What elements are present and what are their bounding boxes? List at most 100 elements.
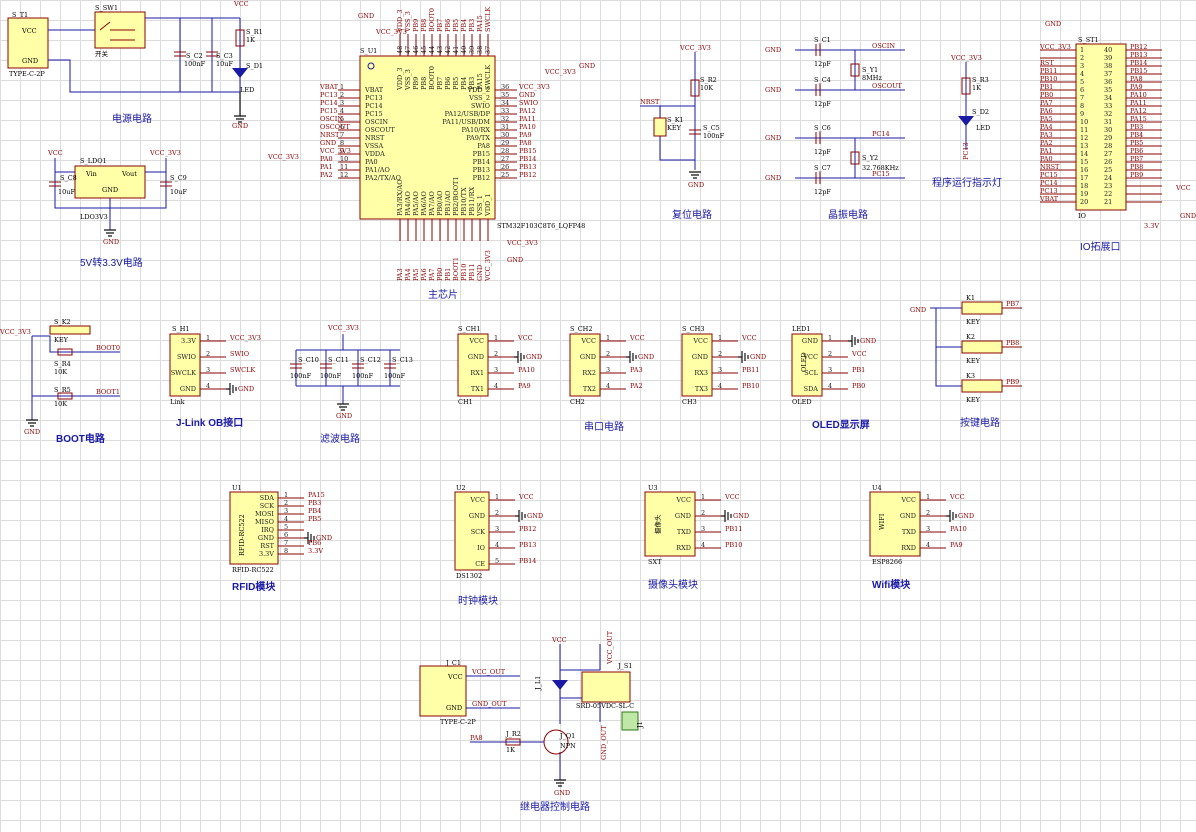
jlink-pin-name: GND <box>180 385 196 393</box>
relay-gnd-out: GND_OUT <box>472 700 507 708</box>
io-pin-num: 14 <box>1080 150 1088 158</box>
rfid-pin-net: PB5 <box>308 515 321 523</box>
io-pin-net: PB5 <box>1130 139 1143 147</box>
jlink-pin-net: GND <box>238 385 254 393</box>
reset-key <box>653 117 667 137</box>
jlink-pin-num: 2 <box>206 350 210 358</box>
jc-pin-gnd: GND <box>446 704 462 712</box>
wifi-pin-name: GND <box>900 512 916 520</box>
mcu-pin-name: PB8 <box>420 77 428 90</box>
jlink-pin-num: 4 <box>206 382 210 390</box>
ldo-gnd: GND <box>103 238 119 246</box>
camera-pin-name: TXD <box>677 528 691 536</box>
keys-items: K1 KEY PB7 K2 KEY PB8 K3 KEY PB9 <box>961 294 1022 404</box>
mcu-pin-num: 48 <box>396 46 404 54</box>
uart-pin-net: PA3 <box>630 366 643 374</box>
io-pin-num: 7 <box>1080 94 1084 102</box>
uart-pin-name: TX1 <box>471 385 484 393</box>
clock-pin-num: 3 <box>495 525 499 533</box>
mcu-bottom-gnd: GND <box>507 256 523 264</box>
oled-pin-name: GND <box>802 337 818 345</box>
relay-vcc: VCC <box>551 636 567 644</box>
relay-jout: J1 <box>636 721 644 729</box>
io-pin-num: 31 <box>1104 118 1112 126</box>
rfid-pin-name: 3.3V <box>259 550 274 558</box>
mcu-pin-net: SWCLK <box>484 7 492 32</box>
io-pin-net: PA11 <box>1130 99 1147 107</box>
mcu-pin-name: PB14 <box>473 158 490 166</box>
r5-val: 10K <box>54 400 67 408</box>
wifi-pin-num: 2 <box>926 509 930 517</box>
mcu-pin-num: 31 <box>501 123 509 131</box>
key-net: PB9 <box>1006 378 1019 386</box>
rfid-pin-name: MOSI <box>255 510 274 518</box>
clock-pin-net: PB12 <box>519 525 536 533</box>
io-pin-num: 38 <box>1104 62 1112 70</box>
r2-val: 10K <box>700 84 713 92</box>
mcu-pin-name: PA9/TX <box>466 134 490 142</box>
ground-icon <box>514 351 525 363</box>
t1-ref: S_T1 <box>12 11 28 19</box>
c5-ref: S_C5 <box>703 124 720 132</box>
oled-pin-net: VCC <box>851 350 867 358</box>
clock-pin-name: GND <box>469 512 485 520</box>
mcu-pin-name: PB0/AO <box>436 191 444 217</box>
rfid-module: U1 RFID-RC522 RFID-RC522 SDA 1 PA15 SCK 2 PB3… <box>229 484 332 574</box>
reset-gnd: GND <box>688 181 704 189</box>
sw-name: 开关 <box>95 49 109 58</box>
mcu-pin-net: PB12 <box>519 171 536 179</box>
filter-caps: S_C10100nFS_C11100nFS_C12100nFS_C13100nF <box>290 356 413 380</box>
t1-name: TYPE-C-2P <box>9 70 45 78</box>
mcu-pin-name: PB10/TX <box>460 187 468 216</box>
camera-module: U3 SXT 摄像头 VCC 1 VCC GND 2 GND TXD 3 PB11 RXD 4 PB1… <box>644 484 749 566</box>
uart-pin-net: GND <box>750 353 766 361</box>
mcu-pin-name: PB9 <box>412 77 420 90</box>
mcu-pin-net: GND <box>320 139 336 147</box>
r5-ref: S_R5 <box>54 386 71 394</box>
relay-coil <box>581 671 631 703</box>
io-pin-net: PB4 <box>1130 131 1143 139</box>
mcu-pin-net: VCC_3V3 <box>319 147 351 155</box>
sw-ref: S_SW1 <box>95 4 118 12</box>
uart-pin-net: PA9 <box>518 382 531 390</box>
k1-name: KEY <box>667 124 682 132</box>
clock-pin-net: GND <box>527 512 543 520</box>
mcu-pin-name: PB11/RX <box>468 186 476 216</box>
oled-pin-name: SCL <box>804 369 818 377</box>
net-oscout: OSCOUT <box>872 82 903 90</box>
y1-val: 8MHz <box>862 74 882 82</box>
uart-pin-num: 4 <box>718 382 722 390</box>
mcu-pin-name: PB2/BOOT1 <box>452 176 460 216</box>
mcu-pin-num: 27 <box>501 155 509 163</box>
io-pin-num: 37 <box>1104 70 1112 78</box>
filter-cap-val: 100nF <box>290 372 312 380</box>
io-pin-net: PC13 <box>1040 187 1058 195</box>
mcu-pin-num: 32 <box>501 115 509 123</box>
mcu-pin-net: VCC_3V3 <box>484 250 492 282</box>
filter-cap-ref: S_C10 <box>298 356 319 364</box>
oled-name: OLED <box>792 398 812 406</box>
clock-pin-name: VCC <box>469 496 485 504</box>
io-pin-net: PA4 <box>1040 123 1053 131</box>
io-pin-num: 40 <box>1104 46 1112 54</box>
reset-vcc33: VCC_3V3 <box>679 44 711 52</box>
mcu-pin-name: VDDA <box>364 150 385 158</box>
io-pin-net: PB3 <box>1130 123 1143 131</box>
uart-pin-net: VCC <box>629 334 645 342</box>
caption-ldo: 5V转3.3V电路 <box>80 256 143 269</box>
uart-pin-net: VCC <box>517 334 533 342</box>
jlink-pin-name: SWIO <box>177 353 196 361</box>
rfid-pin-num: 1 <box>284 491 288 499</box>
mcu-pin-name: PB3 <box>468 77 476 90</box>
io-pin-net: PA9 <box>1130 83 1143 91</box>
oled-pin-num: 1 <box>828 334 832 342</box>
camera-pin-num: 4 <box>701 541 705 549</box>
mcu-pin-net: BOOT0 <box>428 8 436 32</box>
caption-mcu: 主芯片 <box>428 288 458 301</box>
mcu-pin-net: PB13 <box>519 163 536 171</box>
io-pin-num: 2 <box>1080 54 1084 62</box>
mcu-pin-net: PA10 <box>519 123 536 131</box>
k2-name: KEY <box>54 336 69 344</box>
power-vcc: VCC <box>233 0 249 8</box>
rfid-pin-net: 3.3V <box>308 547 323 555</box>
